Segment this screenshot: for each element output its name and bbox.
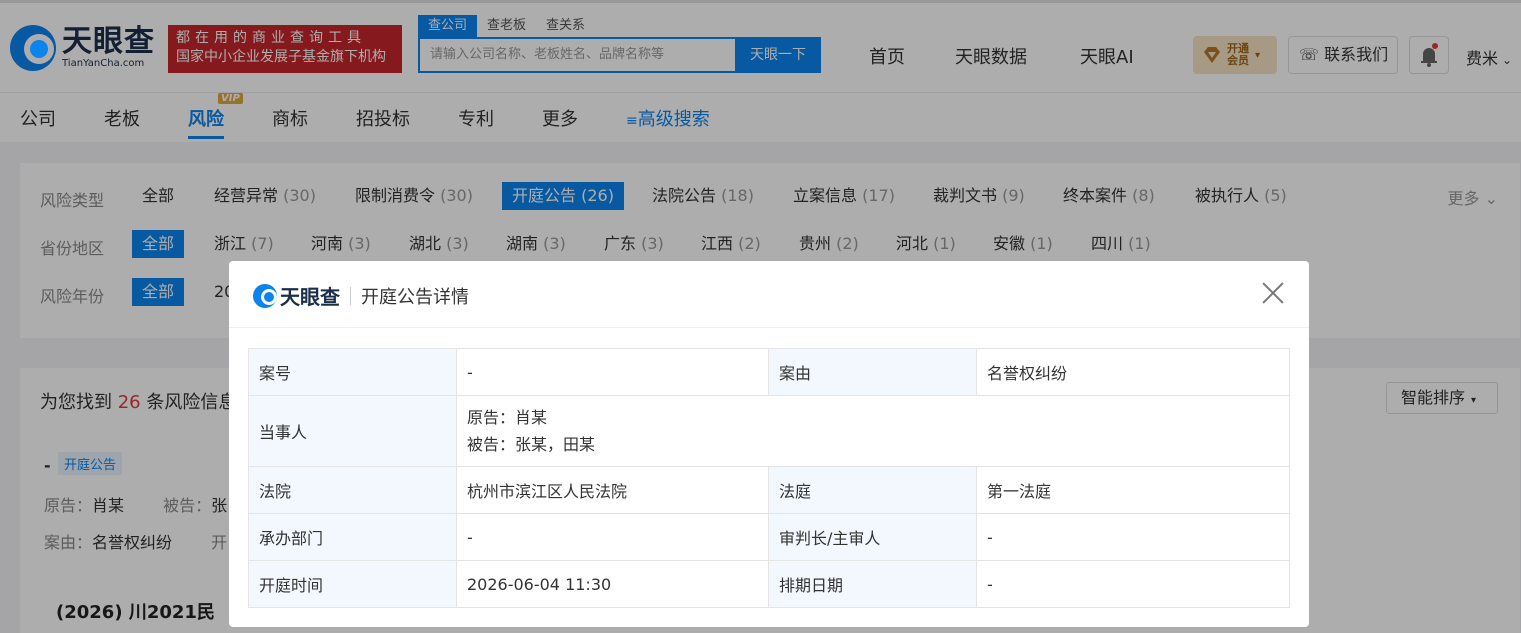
schedule-date-label: 排期日期 bbox=[768, 560, 977, 608]
department-label: 承办部门 bbox=[248, 513, 457, 561]
case-no-label: 案号 bbox=[248, 348, 457, 396]
department-value: - bbox=[456, 513, 769, 561]
parties-value: 原告：肖某 被告：张某，田某 bbox=[456, 395, 1290, 467]
courtroom-label: 法庭 bbox=[768, 466, 977, 514]
close-icon[interactable] bbox=[1261, 281, 1285, 305]
detail-table: 案号 - 案由 名誉权纠纷 当事人 原告：肖某 被告：张某，田某 法院 杭州市滨… bbox=[248, 348, 1290, 608]
session-time-value: 2026-06-04 11:30 bbox=[456, 560, 769, 608]
table-row: 案号 - 案由 名誉权纠纷 bbox=[248, 348, 1290, 396]
modal-logo-text: 天眼查 bbox=[280, 285, 340, 309]
modal-header: 天眼查 开庭公告详情 bbox=[229, 261, 1309, 328]
session-time-label: 开庭时间 bbox=[248, 560, 457, 608]
table-row: 承办部门 - 审判长/主审人 - bbox=[248, 513, 1290, 561]
table-row: 开庭时间 2026-06-04 11:30 排期日期 - bbox=[248, 560, 1290, 608]
table-row: 法院 杭州市滨江区人民法院 法庭 第一法庭 bbox=[248, 466, 1290, 514]
courtroom-value: 第一法庭 bbox=[976, 466, 1290, 514]
court-value: 杭州市滨江区人民法院 bbox=[456, 466, 769, 514]
case-no-value: - bbox=[456, 348, 769, 396]
schedule-date-value: - bbox=[976, 560, 1290, 608]
cause-value: 名誉权纠纷 bbox=[976, 348, 1290, 396]
defendant-line: 被告：张某，田某 bbox=[467, 435, 596, 454]
eye-logo-icon bbox=[253, 283, 277, 308]
judge-label: 审判长/主审人 bbox=[768, 513, 977, 561]
modal-title: 开庭公告详情 bbox=[361, 286, 469, 308]
parties-label: 当事人 bbox=[248, 395, 457, 467]
cause-label: 案由 bbox=[768, 348, 977, 396]
court-session-detail-modal: 天眼查 开庭公告详情 案号 - 案由 名誉权纠纷 当事人 原告：肖某 被告：张某… bbox=[229, 261, 1309, 627]
court-label: 法院 bbox=[248, 466, 457, 514]
title-divider bbox=[350, 286, 351, 305]
table-row: 当事人 原告：肖某 被告：张某，田某 bbox=[248, 395, 1290, 467]
plaintiff-line: 原告：肖某 bbox=[467, 408, 548, 427]
judge-value: - bbox=[976, 513, 1290, 561]
